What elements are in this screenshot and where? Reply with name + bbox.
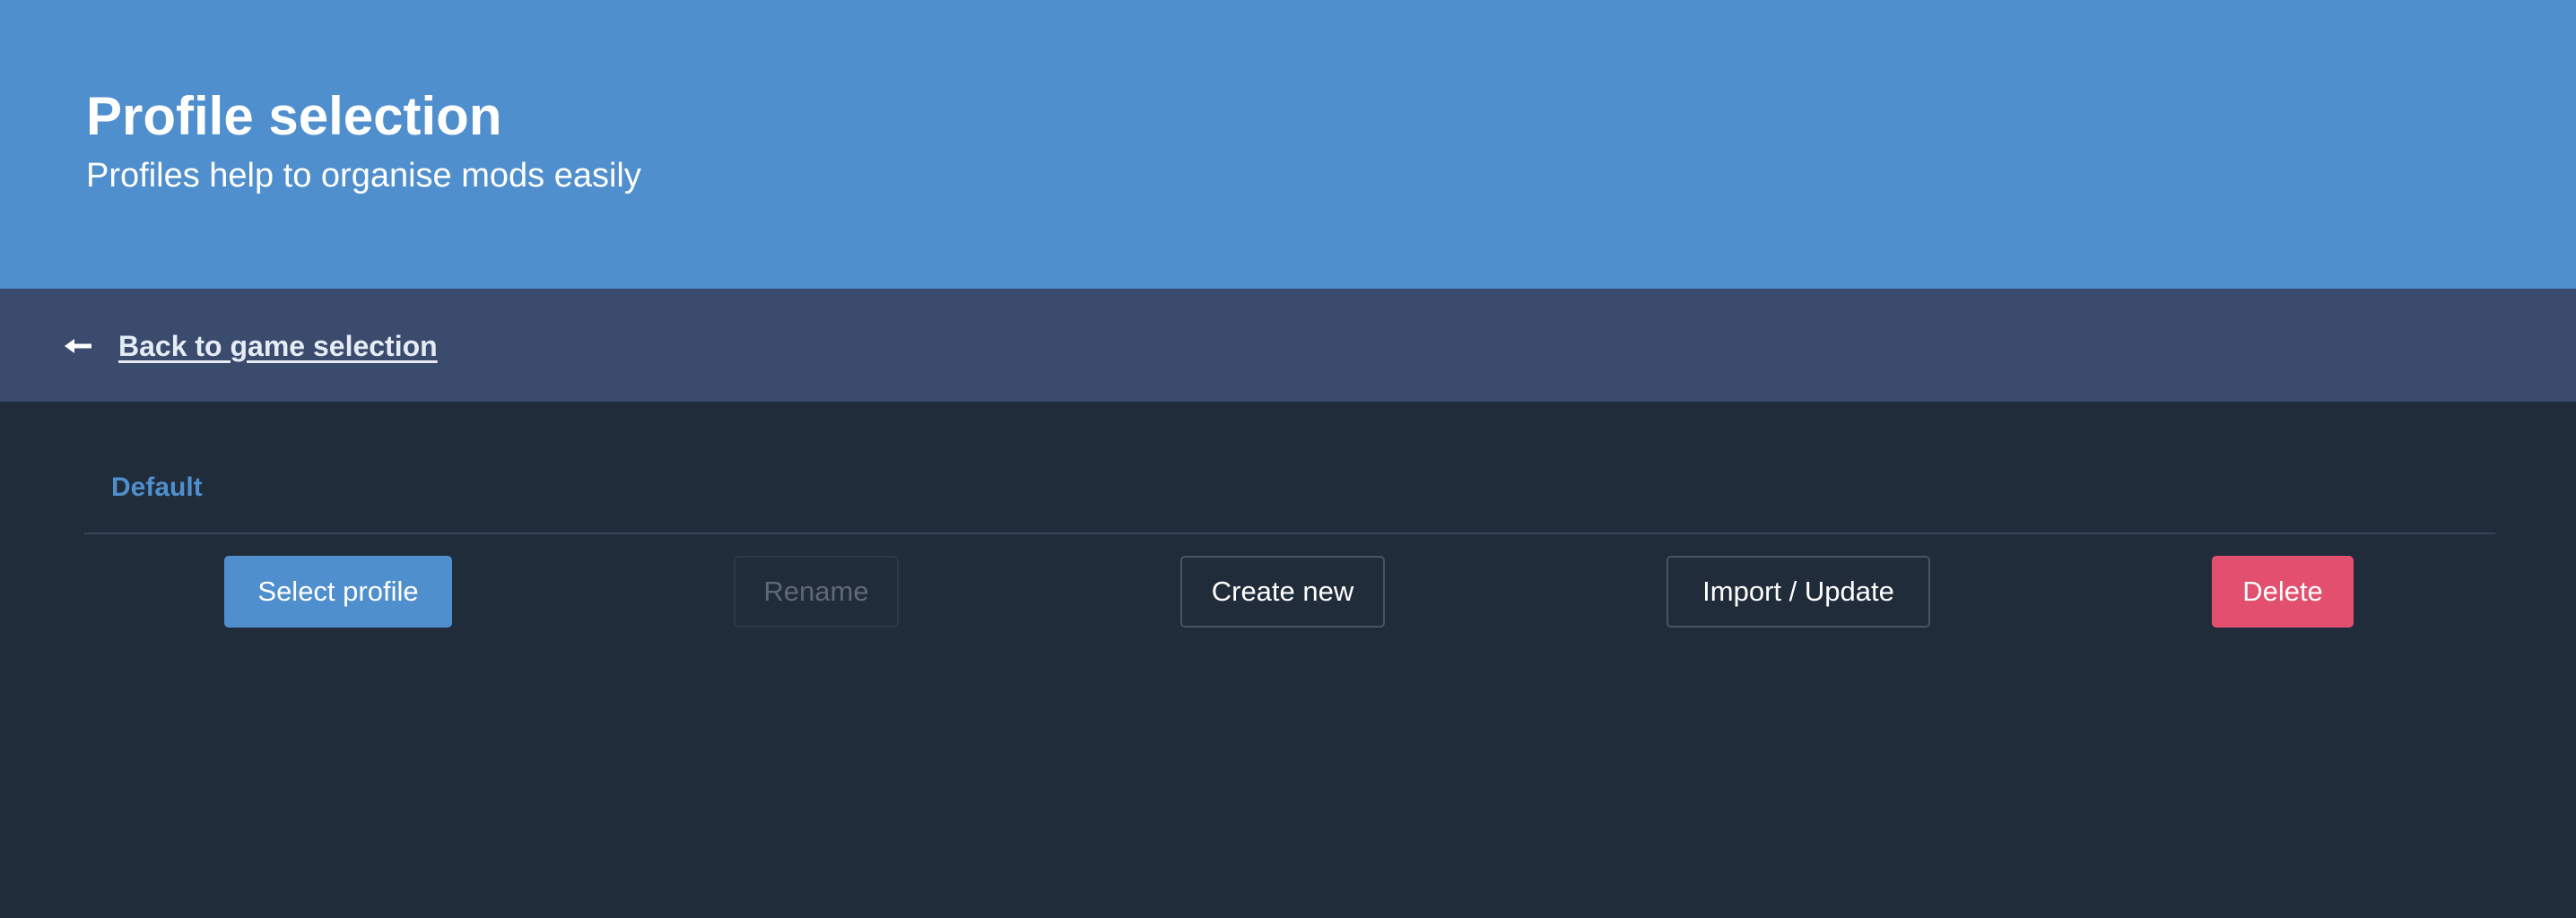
back-link-label: Back to game selection	[118, 329, 438, 362]
page-title: Profile selection	[86, 86, 502, 146]
delete-button[interactable]: Delete	[2212, 556, 2354, 628]
divider	[84, 533, 2495, 534]
profile-panel: Default Select profile Rename Create new…	[0, 402, 2576, 918]
create-new-button[interactable]: Create new	[1180, 556, 1385, 628]
import-update-button[interactable]: Import / Update	[1667, 556, 1930, 628]
hero-header: Profile selection Profiles help to organ…	[0, 0, 2576, 289]
rename-button[interactable]: Rename	[734, 556, 899, 628]
arrow-left-icon	[65, 337, 93, 355]
profile-selection-screen: Profile selection Profiles help to organ…	[0, 0, 2576, 918]
navigation-bar: Back to game selection	[0, 289, 2576, 402]
page-subtitle: Profiles help to organise mods easily	[86, 157, 641, 195]
select-profile-button[interactable]: Select profile	[224, 556, 452, 628]
back-to-game-selection-link[interactable]: Back to game selection	[65, 325, 438, 368]
profile-name: Default	[111, 472, 203, 502]
